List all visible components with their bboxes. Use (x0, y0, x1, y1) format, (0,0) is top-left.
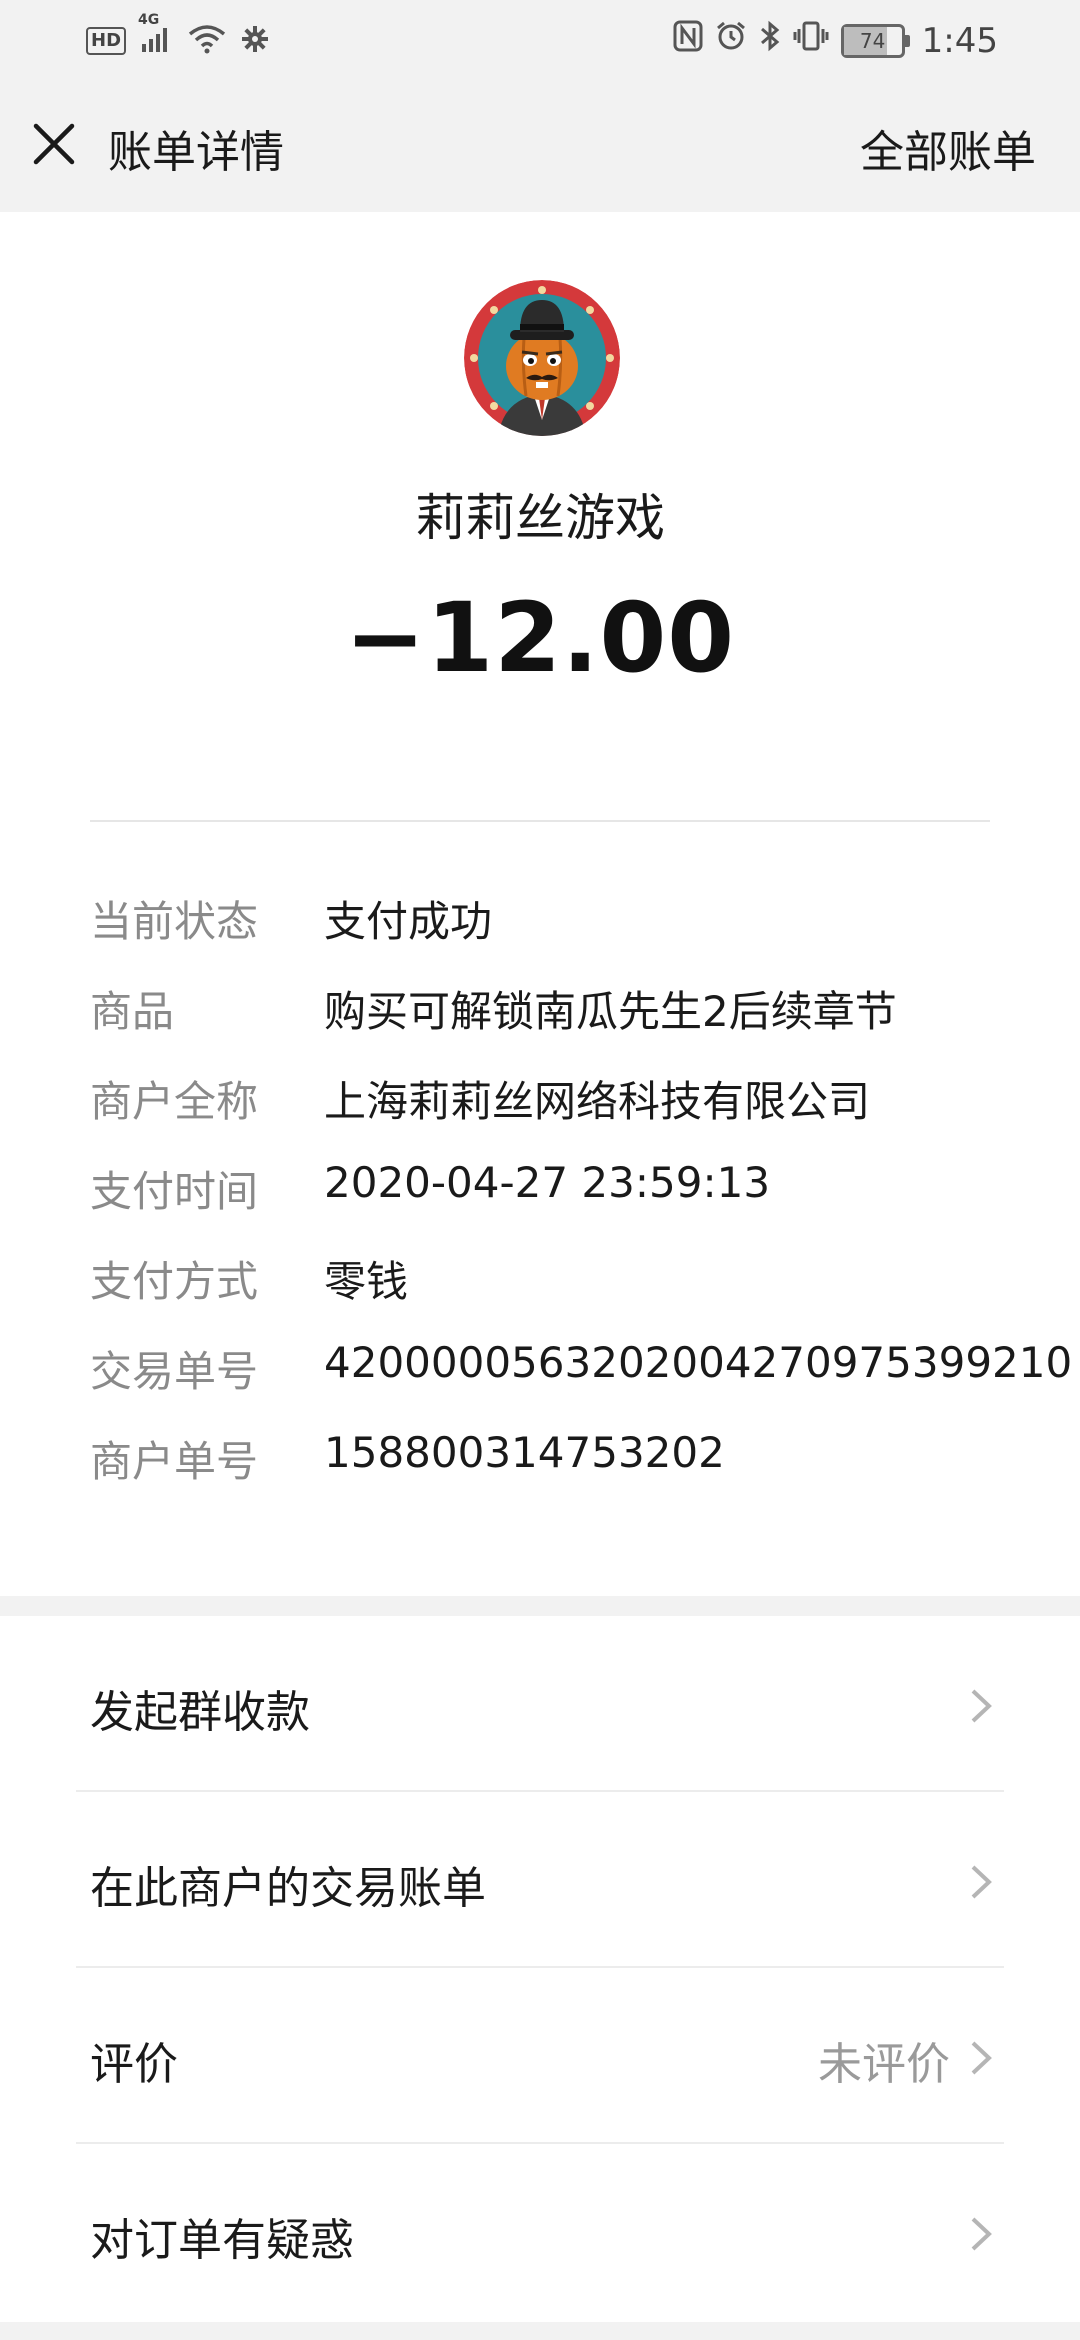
action-group-collection[interactable]: 发起群收款 (0, 1616, 1080, 1792)
page-title: 账单详情 (108, 127, 284, 178)
action-rate[interactable]: 评价 未评价 (0, 1968, 1080, 2144)
chevron-right-icon (971, 2041, 992, 2075)
action-list: 发起群收款 在此商户的交易账单 评价 未评价 对订单有疑惑 (0, 1616, 1080, 2320)
battery-level: 74 (859, 28, 886, 53)
cellular-signal-icon: 4G (138, 12, 174, 58)
detail-label: 商户全称 (90, 1077, 259, 1126)
close-button[interactable] (26, 116, 82, 172)
action-merchant-bills[interactable]: 在此商户的交易账单 (0, 1792, 1080, 1968)
detail-value: 4200000563202004270975399210 (324, 1338, 1073, 1387)
title-bar: 账单详情 全部账单 (0, 82, 1080, 212)
detail-value: 支付成功 (324, 897, 493, 946)
detail-row-status: 当前状态 支付成功 (90, 880, 1030, 970)
detail-value: 上海莉莉丝网络科技有限公司 (324, 1077, 871, 1126)
bottom-edge (0, 2322, 1080, 2340)
status-left: HD 4G (86, 12, 270, 58)
detail-label: 支付方式 (90, 1257, 259, 1306)
action-label: 对订单有疑惑 (90, 2215, 354, 2266)
chevron-right-icon (971, 2217, 992, 2251)
detail-label: 商户单号 (90, 1437, 259, 1486)
hd-icon: HD (86, 27, 127, 55)
section-gap (0, 1596, 1080, 1616)
bluetooth-icon (759, 20, 781, 61)
merchant-avatar (464, 280, 620, 436)
chevron-right-icon (971, 1689, 992, 1723)
bill-details: 当前状态 支付成功 商品 购买可解锁南瓜先生2后续章节 商户全称 上海莉莉丝网络… (90, 880, 1072, 1510)
rating-status: 未评价 (818, 2039, 950, 2090)
detail-row-transaction-id: 交易单号 4200000563202004270975399210 (90, 1330, 1072, 1420)
detail-value: 158800314753202 (324, 1428, 725, 1477)
vibrate-icon (793, 20, 829, 61)
status-bar: HD 4G 74 1:45 (0, 0, 1080, 82)
all-bills-link[interactable]: 全部账单 (860, 116, 1036, 180)
detail-label: 交易单号 (90, 1347, 259, 1396)
detail-row-time: 支付时间 2020-04-27 23:59:13 (90, 1150, 1030, 1240)
detail-row-merchant: 商户全称 上海莉莉丝网络科技有限公司 (90, 1060, 1030, 1150)
clock-time: 1:45 (921, 20, 998, 61)
status-right: 74 1:45 (673, 20, 998, 61)
detail-value: 零钱 (324, 1257, 409, 1306)
network-type: 4G (138, 12, 160, 28)
detail-value: 购买可解锁南瓜先生2后续章节 (324, 987, 897, 1036)
detail-row-product: 商品 购买可解锁南瓜先生2后续章节 (90, 970, 1030, 1060)
action-label: 在此商户的交易账单 (90, 1863, 486, 1914)
divider (90, 820, 990, 822)
action-label: 评价 (90, 2039, 178, 2090)
detail-row-merchant-order-id: 商户单号 158800314753202 (90, 1420, 1030, 1510)
nfc-icon (673, 20, 703, 61)
settings-gear-icon (240, 24, 270, 58)
wifi-icon (188, 24, 226, 58)
detail-label: 支付时间 (90, 1167, 259, 1216)
detail-value: 2020-04-27 23:59:13 (324, 1158, 771, 1207)
battery-icon: 74 (840, 23, 910, 58)
payment-amount: −12.00 (344, 582, 736, 694)
close-icon (33, 123, 75, 165)
detail-label: 当前状态 (90, 897, 259, 946)
detail-row-method: 支付方式 零钱 (90, 1240, 1030, 1330)
detail-label: 商品 (90, 987, 175, 1036)
action-order-question[interactable]: 对订单有疑惑 (0, 2144, 1080, 2320)
alarm-icon (715, 20, 747, 61)
action-label: 发起群收款 (90, 1687, 310, 1738)
merchant-name: 莉莉丝游戏 (415, 489, 665, 547)
chevron-right-icon (971, 1865, 992, 1899)
